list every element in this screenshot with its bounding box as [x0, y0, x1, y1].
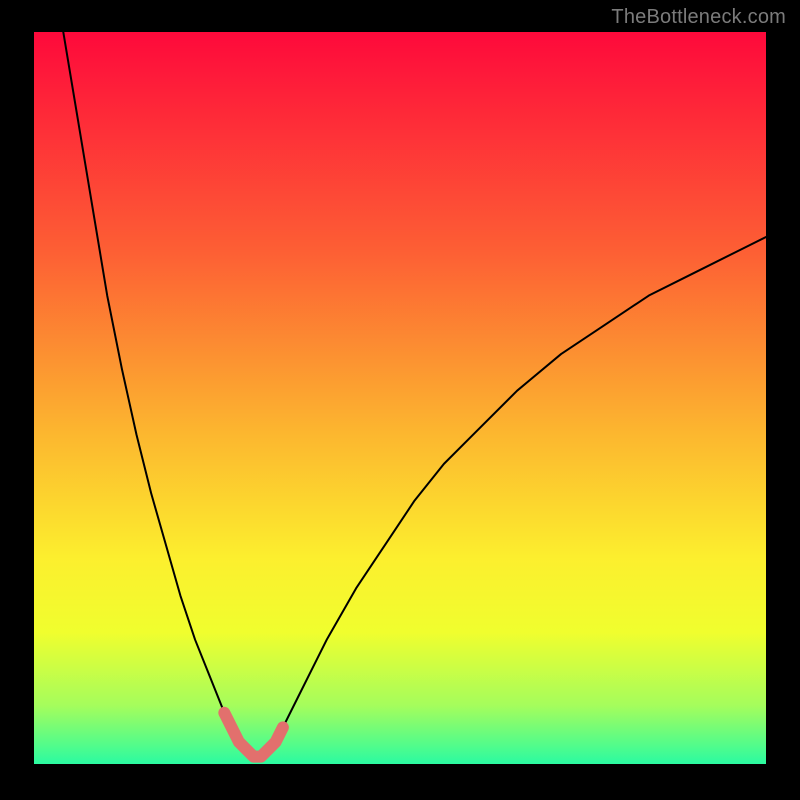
- watermark-text: TheBottleneck.com: [611, 6, 786, 29]
- plot-background: [34, 32, 766, 764]
- chart-stage: TheBottleneck.com: [0, 0, 800, 800]
- bottleneck-chart: [0, 0, 800, 800]
